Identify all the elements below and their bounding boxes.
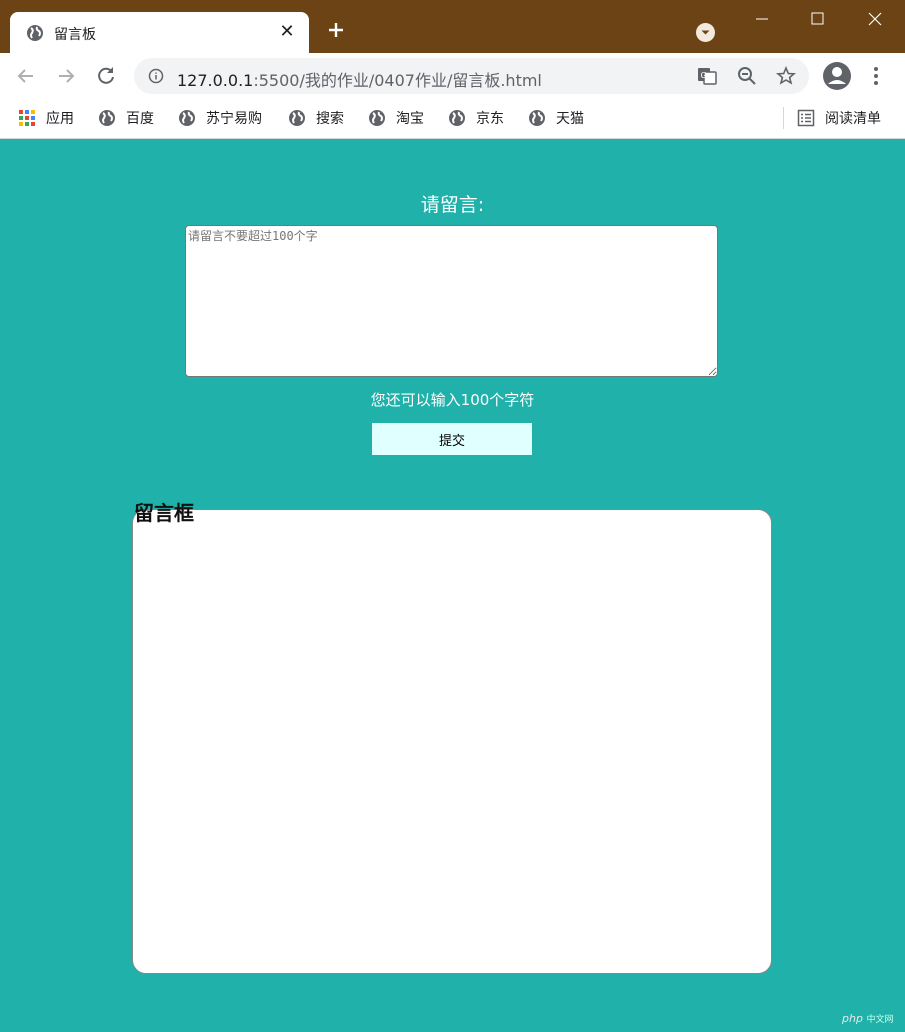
url-path: :5500/我的作业/0407作业/留言板.html — [253, 71, 542, 90]
bookmark-label: 淘宝 — [396, 111, 424, 127]
message-board — [132, 509, 772, 974]
browser-toolbar: 127.0.0.1:5500/我的作业/0407作业/留言板.html G — [0, 53, 905, 99]
globe-icon — [289, 110, 305, 126]
page-content: 请留言: 您还可以输入100个字符 提交 留言框 — [0, 140, 905, 1032]
globe-icon — [449, 110, 465, 126]
message-board-title: 留言框 — [134, 501, 194, 525]
tab-search-icon[interactable] — [696, 23, 715, 42]
menu-dots-icon[interactable] — [866, 65, 886, 87]
maximize-icon[interactable] — [789, 0, 847, 40]
url-text: 127.0.0.1:5500/我的作业/0407作业/留言板.html — [177, 67, 542, 91]
back-arrow-icon[interactable] — [14, 64, 38, 88]
globe-icon — [26, 24, 44, 46]
bookmark-label: 搜索 — [316, 111, 344, 127]
page-heading: 请留言: — [420, 194, 485, 216]
bookmark-search[interactable]: 搜索 — [288, 108, 344, 128]
forward-arrow-icon[interactable] — [54, 64, 78, 88]
window-close-icon[interactable] — [846, 0, 904, 40]
bookmark-baidu[interactable]: 百度 — [98, 108, 154, 128]
apps-grid-icon — [19, 110, 35, 126]
char-counter: 您还可以输入100个字符 — [370, 391, 535, 409]
bookmark-apps[interactable]: 应用 — [18, 108, 74, 128]
reading-list-label: 阅读清单 — [825, 111, 881, 127]
bookmark-tmall[interactable]: 天猫 — [528, 108, 584, 128]
bookmark-suning[interactable]: 苏宁易购 — [178, 108, 262, 128]
address-bar[interactable]: 127.0.0.1:5500/我的作业/0407作业/留言板.html G — [134, 58, 809, 94]
watermark-brand: php — [842, 1012, 863, 1025]
bookmark-taobao[interactable]: 淘宝 — [368, 108, 424, 128]
browser-tab[interactable]: 留言板 ✕ — [10, 12, 309, 53]
bookmarks-bar: 应用 百度 苏宁易购 搜索 淘宝 京东 天猫 阅读清单 — [0, 99, 905, 139]
reload-icon[interactable] — [94, 64, 118, 88]
globe-icon — [99, 110, 115, 126]
info-icon[interactable] — [148, 68, 164, 88]
close-icon[interactable]: ✕ — [277, 21, 297, 42]
zoom-out-icon[interactable] — [737, 66, 757, 86]
reading-list-icon — [797, 109, 815, 127]
globe-icon — [179, 110, 195, 126]
translate-icon[interactable]: G — [697, 66, 717, 86]
svg-text:G: G — [701, 71, 707, 80]
bookmark-label: 百度 — [126, 111, 154, 127]
minimize-icon[interactable] — [733, 0, 791, 40]
reading-list-button[interactable]: 阅读清单 — [797, 108, 881, 128]
globe-icon — [529, 110, 545, 126]
submit-button[interactable]: 提交 — [372, 423, 532, 455]
watermark-logo: php 中文网 — [842, 1012, 893, 1025]
bookmark-jd[interactable]: 京东 — [448, 108, 504, 128]
profile-avatar-icon[interactable] — [822, 61, 852, 91]
bookmark-label: 天猫 — [556, 111, 584, 127]
bookmarks-separator — [783, 107, 784, 129]
tab-title: 留言板 — [54, 27, 96, 43]
url-host: 127.0.0.1 — [177, 71, 254, 90]
message-textarea[interactable] — [185, 225, 718, 377]
bookmark-label: 苏宁易购 — [206, 111, 262, 127]
browser-titlebar: 留言板 ✕ — [0, 0, 905, 53]
bookmark-star-icon[interactable] — [775, 65, 797, 86]
globe-icon — [369, 110, 385, 126]
new-tab-plus-icon[interactable] — [324, 18, 348, 42]
bookmark-label: 京东 — [476, 111, 504, 127]
bookmark-label: 应用 — [46, 111, 74, 127]
watermark-suffix: 中文网 — [866, 1015, 894, 1025]
